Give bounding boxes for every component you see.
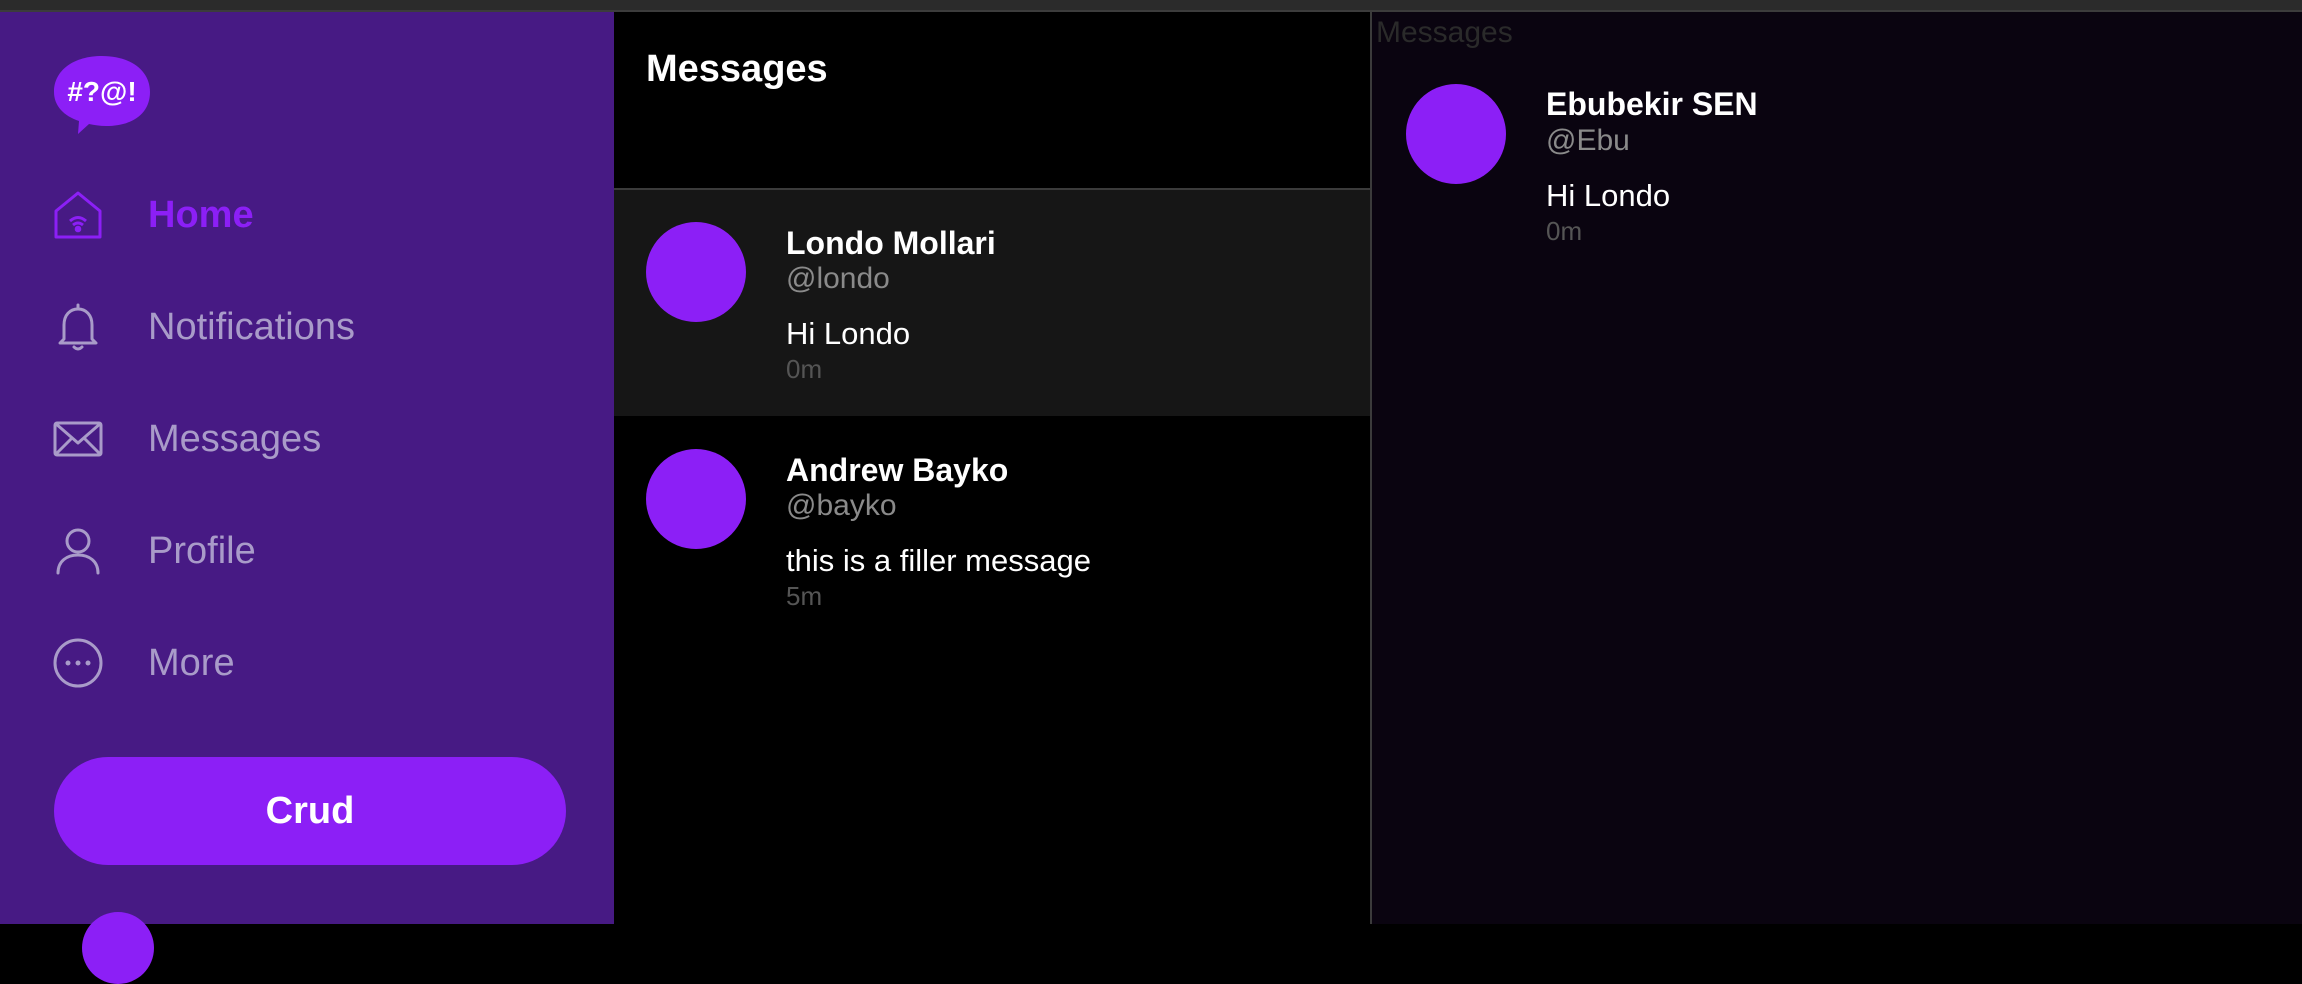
message-timestamp: 5m xyxy=(786,581,823,611)
message-sender-name: Andrew Bayko xyxy=(786,452,1009,488)
user-icon xyxy=(52,525,104,577)
sidebar-item-home[interactable]: Home xyxy=(52,180,572,250)
logo-text: #?@! xyxy=(67,76,136,107)
message-sender-handle: @londo xyxy=(786,262,890,295)
message-preview-text: this is a filler message xyxy=(786,543,1091,578)
message-sender-handle: @Ebu xyxy=(1546,124,1630,157)
account-avatar[interactable] xyxy=(82,912,154,984)
message-timestamp: 0m xyxy=(786,354,823,384)
message-list-item[interactable]: Andrew Bayko @bayko this is a filler mes… xyxy=(614,417,1370,643)
message-timestamp: 0m xyxy=(1546,216,1583,246)
envelope-icon xyxy=(52,413,104,465)
sidebar-item-label: Home xyxy=(148,193,254,236)
sidebar-item-label: More xyxy=(148,641,235,684)
message-sender-handle: @bayko xyxy=(786,489,897,522)
conversation-panel-label: Messages xyxy=(1376,16,1513,49)
logo-bubble-icon: #?@! xyxy=(54,56,150,134)
page-title: Messages xyxy=(646,48,828,90)
crud-button[interactable]: Crud xyxy=(54,757,566,865)
sidebar-item-label: Profile xyxy=(148,529,256,572)
sidebar-item-more[interactable]: More xyxy=(52,628,572,698)
avatar xyxy=(646,449,746,549)
sidebar: #?@! Home Notifications Messages Profile… xyxy=(0,12,614,984)
sidebar-item-label: Notifications xyxy=(148,305,355,348)
bell-icon xyxy=(52,301,104,353)
message-preview-text: Hi Londo xyxy=(786,316,911,351)
message-text: Hi Londo xyxy=(1546,178,1671,213)
message-list-panel: Messages Londo Mollari @londo Hi Londo 0… xyxy=(614,12,1372,924)
sidebar-item-notifications[interactable]: Notifications xyxy=(52,292,572,362)
message-list-item[interactable]: Londo Mollari @londo Hi Londo 0m xyxy=(614,190,1370,416)
logo[interactable]: #?@! xyxy=(54,54,150,136)
sidebar-item-label: Messages xyxy=(148,417,322,460)
message-sender-name: Ebubekir SEN xyxy=(1546,86,1758,122)
sidebar-item-messages[interactable]: Messages xyxy=(52,404,572,474)
conversation-panel: Messages Ebubekir SEN @Ebu Hi Londo 0m xyxy=(1372,12,2302,924)
avatar xyxy=(1406,84,1506,184)
avatar xyxy=(646,222,746,322)
home-icon xyxy=(52,189,104,241)
sidebar-item-profile[interactable]: Profile xyxy=(52,516,572,586)
window-top-bar xyxy=(0,0,2302,12)
more-icon xyxy=(52,637,104,689)
message-sender-name: Londo Mollari xyxy=(786,225,996,261)
